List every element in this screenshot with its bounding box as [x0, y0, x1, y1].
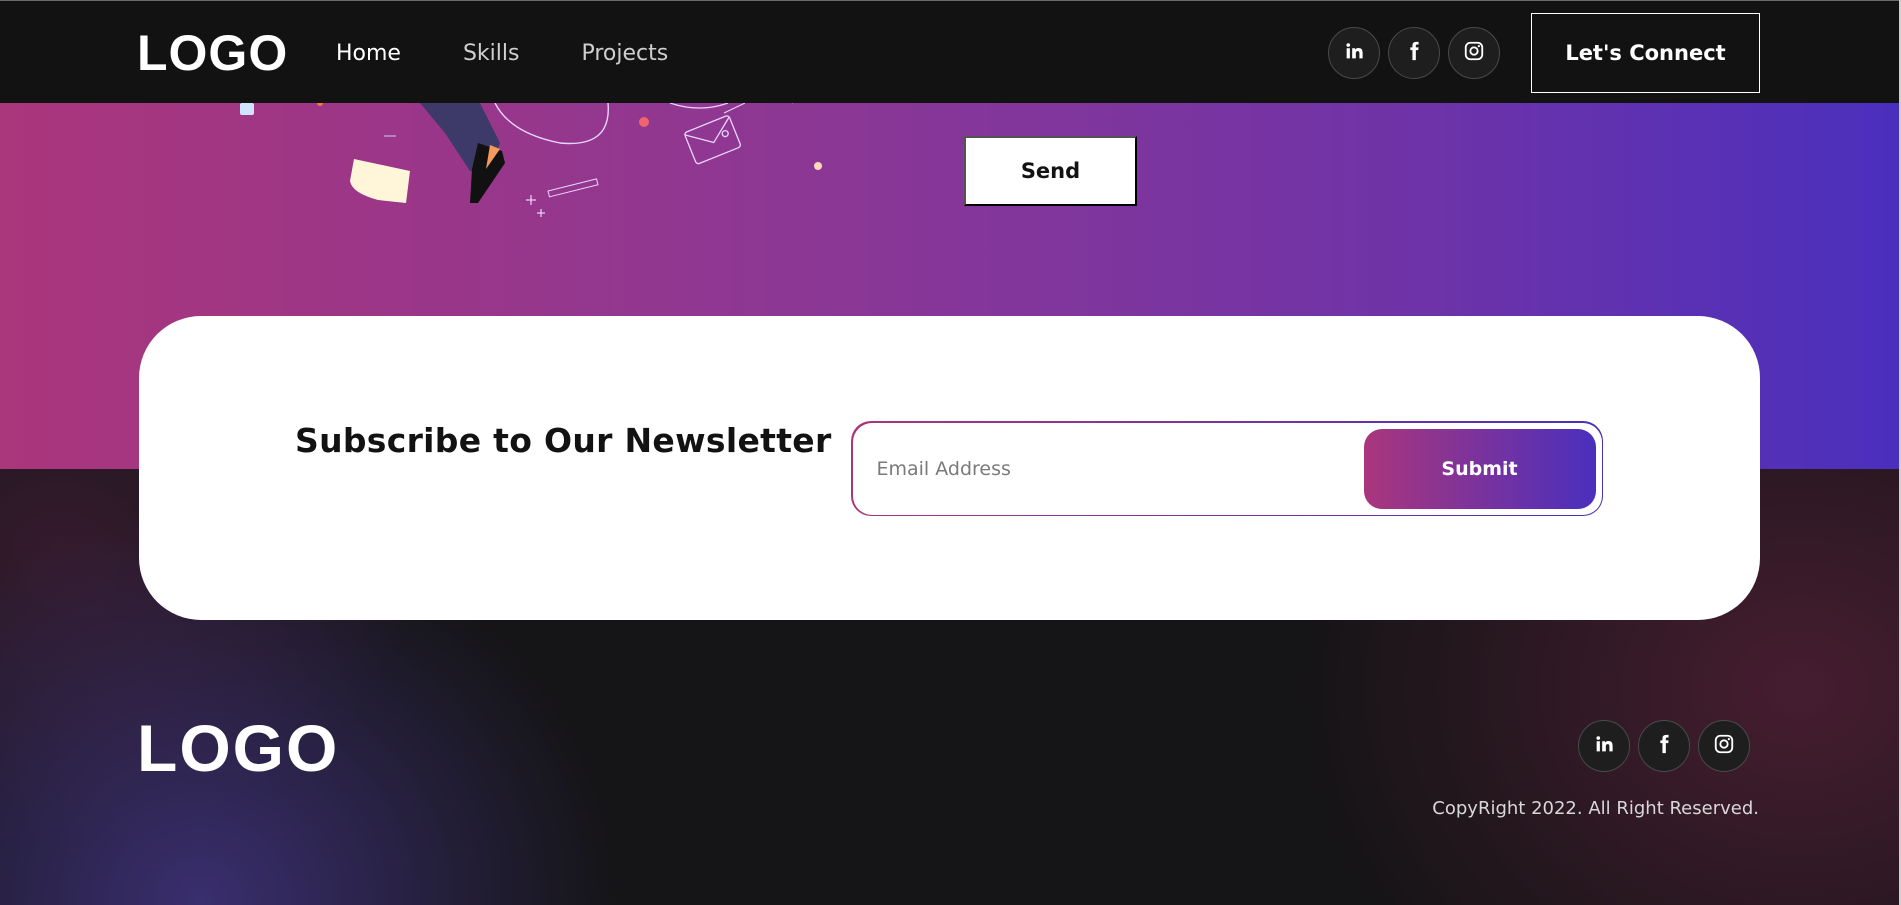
footer-facebook-button[interactable] [1638, 720, 1690, 772]
instagram-icon [1463, 40, 1485, 66]
email-input[interactable] [876, 422, 1357, 515]
submit-button[interactable]: Submit [1363, 428, 1596, 509]
newsletter-title: Subscribe to Our Newsletter [295, 421, 832, 460]
footer-linkedin-button[interactable] [1578, 720, 1630, 772]
navbar: LOGO Home Skills Projects Let's Connect [0, 0, 1901, 103]
linkedin-button[interactable] [1328, 27, 1380, 79]
facebook-icon [1403, 40, 1425, 66]
facebook-icon [1653, 733, 1675, 759]
newsletter-form-inner: Submit [852, 422, 1602, 515]
logo[interactable]: LOGO [137, 25, 288, 81]
facebook-button[interactable] [1388, 27, 1440, 79]
newsletter-form: Submit [851, 421, 1603, 516]
newsletter-card: Subscribe to Our Newsletter Submit [139, 316, 1760, 620]
footer-instagram-button[interactable] [1698, 720, 1750, 772]
nav-link-skills[interactable]: Skills [463, 39, 520, 69]
instagram-button[interactable] [1448, 27, 1500, 79]
nav-link-projects[interactable]: Projects [581, 39, 668, 69]
nav-link-home[interactable]: Home [336, 39, 401, 69]
footer-logo[interactable]: LOGO [137, 712, 339, 784]
social-icons-footer [1578, 720, 1758, 772]
send-button[interactable]: Send [964, 136, 1137, 206]
contact-illustration [240, 103, 822, 217]
lets-connect-button[interactable]: Let's Connect [1531, 13, 1760, 93]
nav-links: Home Skills Projects [336, 39, 730, 69]
linkedin-icon [1593, 733, 1615, 759]
instagram-icon [1713, 733, 1735, 759]
copyright-text: CopyRight 2022. All Right Reserved. [1432, 798, 1759, 819]
social-icons-nav [1328, 27, 1508, 79]
linkedin-icon [1343, 40, 1365, 66]
